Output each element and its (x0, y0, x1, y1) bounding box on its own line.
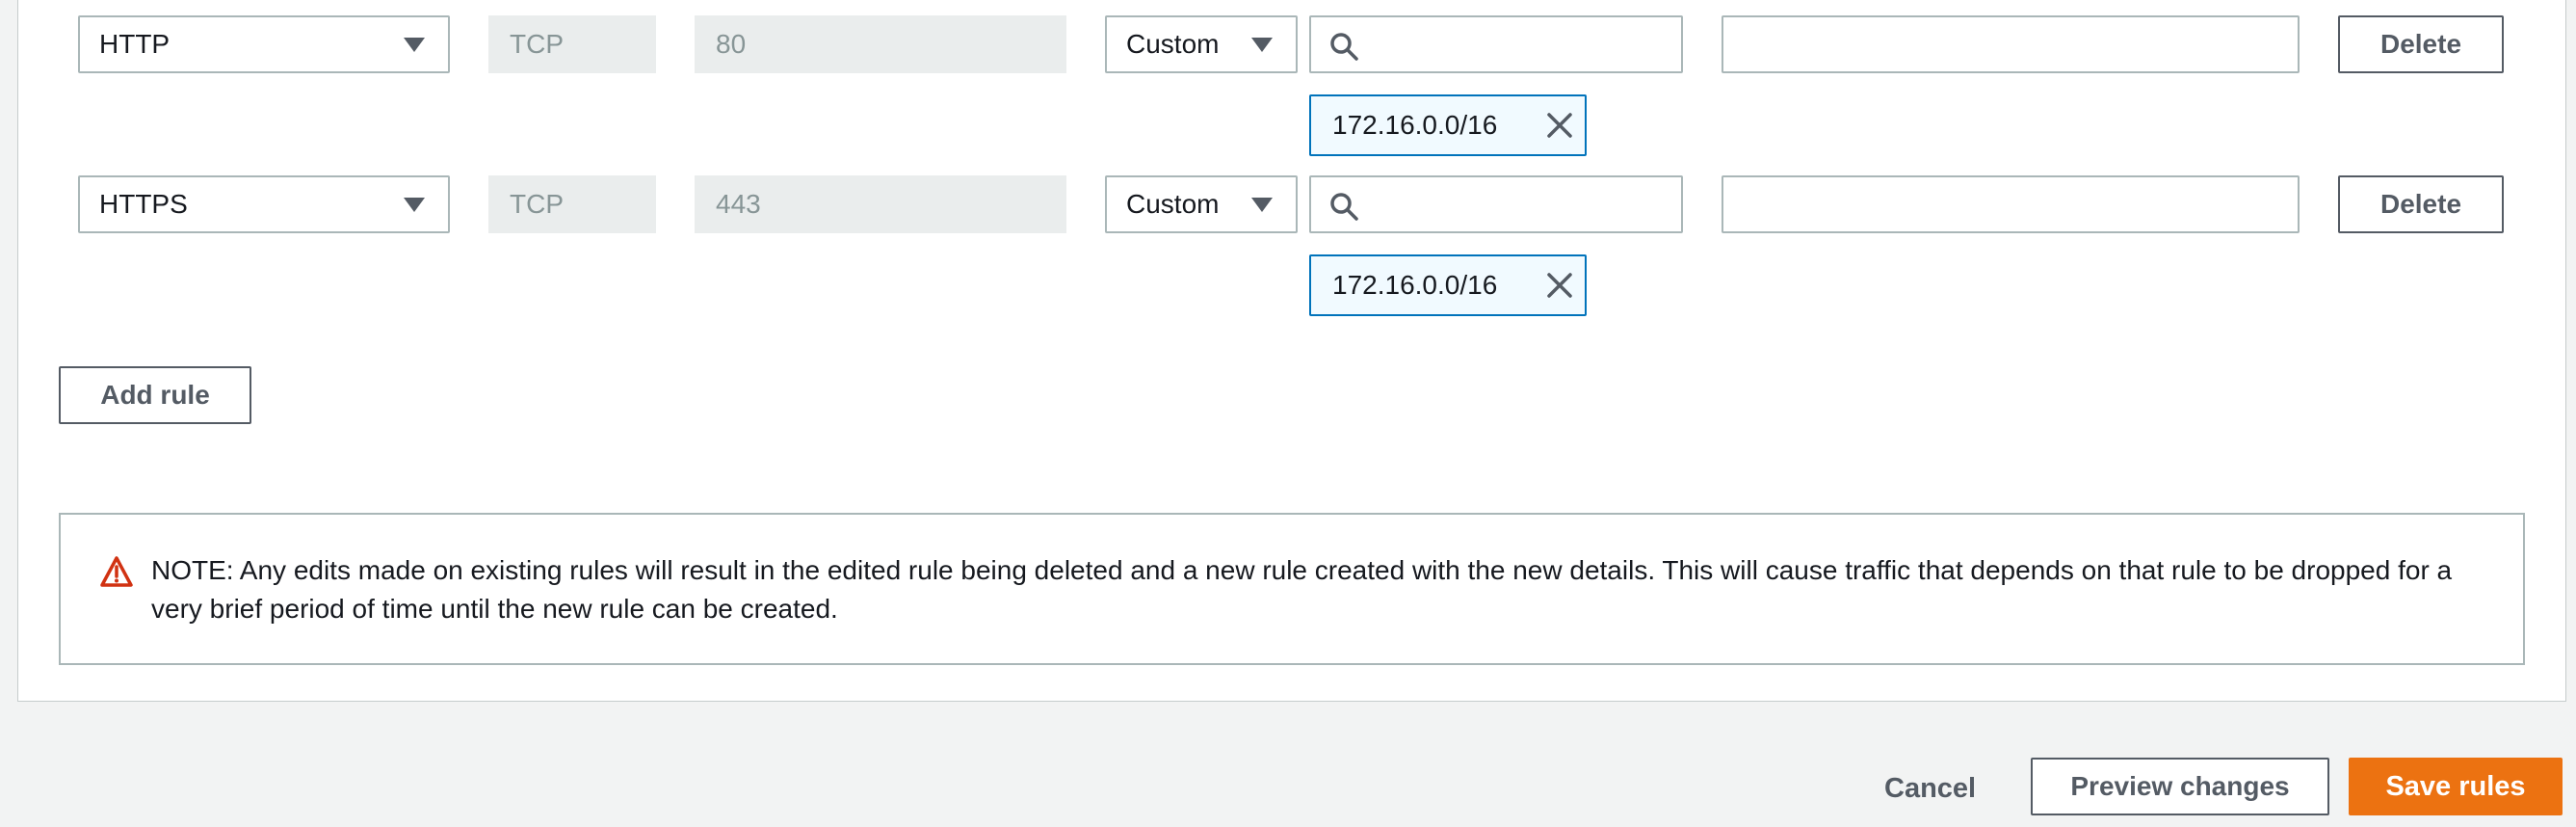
add-rule-label: Add rule (100, 380, 210, 410)
edit-warning-note: NOTE: Any edits made on existing rules w… (59, 513, 2525, 665)
port-range-field: 80 (695, 15, 1066, 73)
type-select[interactable]: HTTP (78, 15, 450, 73)
rule-row: HTTPS TCP 443 Custom Delete 172.16.0.0/1 (18, 175, 2565, 316)
search-icon (1330, 33, 1358, 61)
note-text: NOTE: Any edits made on existing rules w… (151, 555, 2453, 624)
cancel-button[interactable]: Cancel (1884, 773, 1976, 805)
delete-rule-button[interactable]: Delete (2338, 175, 2504, 233)
delete-rule-label: Delete (2379, 189, 2462, 219)
warning-triangle-icon (100, 556, 133, 587)
search-icon (1330, 193, 1358, 221)
protocol-value: TCP (510, 29, 564, 59)
preview-changes-label: Preview changes (2070, 771, 2290, 801)
protocol-field: TCP (488, 15, 656, 73)
description-input[interactable] (1722, 175, 2300, 233)
protocol-field: TCP (488, 175, 656, 233)
delete-rule-button[interactable]: Delete (2338, 15, 2504, 73)
port-range-value: 80 (716, 29, 747, 59)
caret-down-icon (1251, 38, 1273, 52)
source-search-input[interactable] (1309, 15, 1683, 73)
cidr-token-label: 172.16.0.0/16 (1332, 270, 1498, 300)
caret-down-icon (404, 198, 425, 212)
delete-rule-label: Delete (2379, 29, 2462, 59)
source-select[interactable]: Custom (1105, 15, 1298, 73)
caret-down-icon (1251, 198, 1273, 212)
caret-down-icon (404, 38, 425, 52)
source-search-input[interactable] (1309, 175, 1683, 233)
save-rules-button[interactable]: Save rules (2349, 758, 2563, 815)
save-rules-label: Save rules (2385, 770, 2526, 802)
remove-token-icon[interactable] (1544, 110, 1575, 141)
rule-row: HTTP TCP 80 Custom Delete 172.16.0.0/16 (18, 15, 2565, 156)
preview-changes-button[interactable]: Preview changes (2031, 758, 2329, 815)
description-input[interactable] (1722, 15, 2300, 73)
type-select[interactable]: HTTPS (78, 175, 450, 233)
source-select-value: Custom (1126, 189, 1220, 219)
source-select-value: Custom (1126, 29, 1220, 59)
port-range-value: 443 (716, 189, 761, 219)
cidr-token-label: 172.16.0.0/16 (1332, 110, 1498, 140)
port-range-field: 443 (695, 175, 1066, 233)
type-select-value: HTTP (99, 29, 171, 59)
add-rule-button[interactable]: Add rule (59, 366, 251, 424)
cancel-label: Cancel (1884, 773, 1977, 804)
type-select-value: HTTPS (99, 189, 188, 219)
remove-token-icon[interactable] (1544, 270, 1575, 301)
cidr-token: 172.16.0.0/16 (1309, 94, 1587, 156)
source-select[interactable]: Custom (1105, 175, 1298, 233)
cidr-token: 172.16.0.0/16 (1309, 254, 1587, 316)
protocol-value: TCP (510, 189, 564, 219)
rules-panel: HTTP TCP 80 Custom Delete 172.16.0.0/16 (17, 0, 2566, 702)
